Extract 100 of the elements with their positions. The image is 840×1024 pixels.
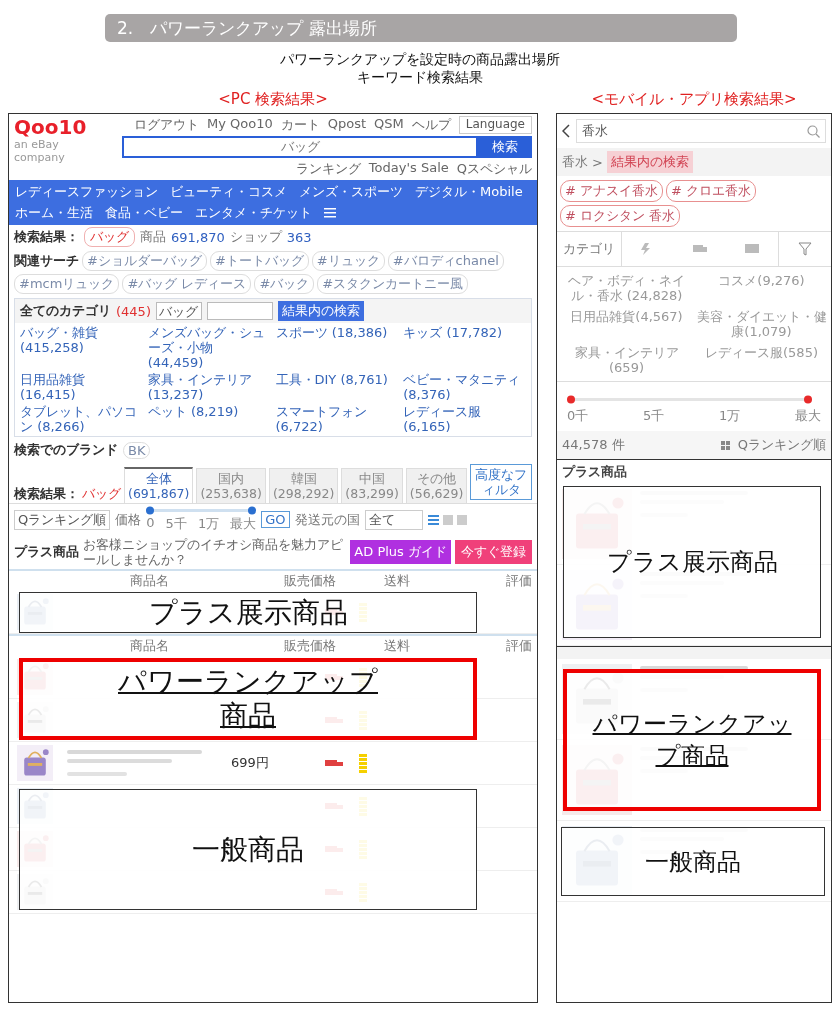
category-link[interactable]: 家具・インテリア(659) [561, 345, 692, 375]
search-field[interactable]: バッグ [122, 136, 478, 158]
result-count: 44,578 件 [562, 436, 626, 454]
overlay-label: プラス展示商品 [148, 595, 348, 630]
register-button[interactable]: 今すぐ登録 [455, 540, 532, 564]
keyword-field[interactable]: バッグ [155, 302, 202, 320]
category-link[interactable]: ベビー・マタニティ (8,376) [403, 372, 526, 402]
column-header: 商品名 [128, 637, 170, 655]
search-field[interactable] [206, 302, 273, 320]
search-field[interactable]: 香水 [576, 119, 826, 143]
breadcrumb-item: 香水 [562, 153, 588, 171]
overlay-label: パワーランクアップ商品 [117, 665, 379, 733]
header-link[interactable]: Today's Sale [368, 160, 449, 178]
category-link[interactable]: バッグ・雑貨 (415,258) [20, 325, 143, 370]
category-link[interactable]: レディース服(585) [696, 345, 827, 375]
header-link[interactable]: My Qoo10 [207, 116, 273, 134]
nav-item[interactable]: 食品・ベビー [105, 204, 183, 222]
category-link[interactable]: ヘア・ボディ・ネイル・香水 (24,828) [561, 273, 692, 303]
related-tag[interactable]: #トートバッグ [209, 251, 309, 271]
shops-label: ショップ [229, 228, 282, 246]
column-header: 販売価格 [284, 637, 337, 655]
menu-icon [324, 208, 336, 218]
slider-tick: 0千 [567, 407, 589, 425]
related-tag[interactable]: #バッグ レディース [122, 274, 252, 294]
grid-icon [720, 440, 730, 450]
related-tag[interactable]: #mcmリュック [14, 274, 120, 294]
slider-tick: 5千 [643, 407, 665, 425]
category-link[interactable]: 工具・DIY (8,761) [275, 372, 399, 402]
inner-search-button[interactable]: 結果内の検索 [606, 151, 693, 173]
hashtag-chip[interactable]: # アナスイ香水 [560, 180, 664, 202]
card-icon [744, 242, 760, 256]
header-link[interactable]: ログアウト [134, 116, 199, 134]
column-header: 販売価格 [284, 572, 337, 590]
category-count: (445) [116, 303, 151, 319]
nav-item[interactable]: ビューティ・コスメ [170, 183, 287, 201]
column-header: 送料 [384, 637, 411, 655]
hashtag-chip[interactable]: # クロエ香水 [666, 180, 757, 202]
tab[interactable]: 国内 (253,638) [196, 468, 266, 503]
tab[interactable]: 韓国 (298,292) [268, 468, 339, 503]
tab[interactable]: 全体 (691,867) [124, 467, 194, 503]
category-link[interactable]: 家具・インテリア (13,237) [147, 372, 271, 402]
category-link[interactable]: メンズバッグ・シューズ・小物 (44,459) [147, 325, 271, 370]
category-link[interactable]: コスメ(9,276) [696, 273, 827, 303]
filter-button[interactable]: 高度なフィルタ [470, 464, 533, 500]
related-tag[interactable]: #リュック [311, 251, 385, 271]
slider-thumb[interactable] [248, 506, 257, 515]
result-label: 検索結果： [14, 228, 79, 246]
header-link[interactable]: ヘルプ [411, 116, 451, 134]
nav-item[interactable]: ホーム・生活 [15, 204, 93, 222]
nav-item[interactable]: エンタメ・チケット [195, 204, 312, 222]
related-tag[interactable]: #バック [254, 274, 315, 294]
nav-item[interactable]: デジタル・Mobile [415, 183, 523, 201]
tab[interactable]: 中国 (83,299) [341, 468, 403, 503]
sort-select[interactable]: Qランキング順 [14, 509, 111, 530]
country-select[interactable]: 全て [364, 509, 423, 530]
header-link[interactable]: Qpost [327, 116, 367, 134]
nav-item[interactable]: メンズ・スポーツ [299, 183, 403, 201]
logo-subtitle: an eBay company [14, 138, 66, 164]
price-slider[interactable] [567, 395, 812, 404]
tab[interactable]: その他 (56,629) [405, 468, 468, 503]
header-link[interactable]: QSM [374, 116, 404, 134]
category-link[interactable]: スマートフォン (6,722) [275, 404, 399, 434]
slider-thumb[interactable] [804, 395, 812, 404]
sort-select[interactable]: Qランキング順 [737, 436, 826, 454]
header-link[interactable]: Qスペシャル [456, 160, 532, 178]
slider-tick: 5千 [165, 515, 187, 533]
category-link[interactable]: スポーツ (18,386) [275, 325, 399, 370]
category-link[interactable]: 日用品雑貨 (16,415) [20, 372, 143, 402]
header-link[interactable]: カート [280, 116, 320, 134]
related-tag[interactable]: #バロディchanel [387, 251, 504, 271]
hashtag-chip[interactable]: # ロクシタン 香水 [560, 205, 681, 227]
price-slider[interactable] [146, 506, 257, 515]
price-text: 699円 [231, 755, 269, 770]
slider-tick: 1万 [197, 515, 220, 533]
section-label: プラス商品 [14, 543, 79, 561]
rating-bar-icon [359, 753, 367, 773]
section-caption: <PC 検索結果> [217, 90, 329, 109]
search-button[interactable]: 検索 [478, 136, 532, 158]
guide-button[interactable]: AD Plus ガイド [350, 540, 451, 564]
price-label: 価格 [115, 510, 142, 529]
slider-tick: 1万 [719, 407, 741, 425]
column-header: 送料 [384, 572, 411, 590]
category-link[interactable]: レディース服 (6,165) [403, 404, 526, 434]
category-link[interactable]: 日用品雑貨(4,567) [561, 309, 692, 339]
related-tag[interactable]: #スタクンカートニー風 [317, 274, 469, 294]
category-link[interactable]: 美容・ダイエット・健康(1,079) [696, 309, 827, 339]
header-link[interactable]: ランキング [295, 160, 361, 178]
section-label: プラス商品 [561, 463, 628, 481]
related-tag[interactable]: #ショルダーバッグ [82, 251, 207, 271]
category-link[interactable]: キッズ (17,782) [403, 325, 526, 370]
slider-tick: 最大 [230, 515, 257, 533]
nav-item[interactable]: レディースファッション [15, 183, 158, 201]
view-toggle-icon [427, 514, 468, 525]
category-link[interactable]: タブレット、パソコン (8,266) [20, 404, 143, 434]
category-label: 全てのカテゴリ [20, 302, 111, 320]
language-select[interactable]: Language [458, 116, 532, 134]
keyword-text: バッグ [82, 485, 121, 503]
search-button[interactable]: 結果内の検索 [277, 301, 364, 321]
go-button[interactable]: GO [261, 511, 290, 528]
category-link[interactable]: ペット (8,219) [147, 404, 271, 434]
